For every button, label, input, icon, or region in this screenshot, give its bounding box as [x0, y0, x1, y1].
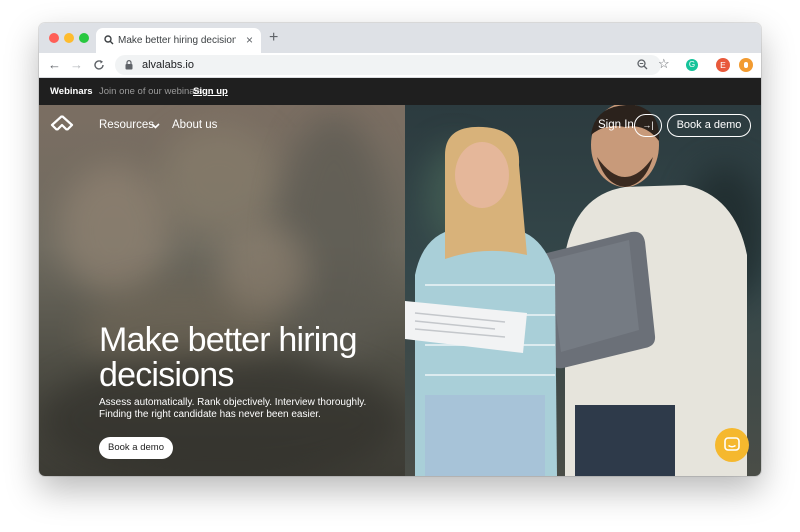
tab-title: Make better hiring decisions —: [118, 35, 236, 46]
forward-icon[interactable]: →: [70, 57, 83, 73]
tab-close-icon[interactable]: ×: [246, 33, 253, 47]
reload-icon[interactable]: [93, 59, 105, 71]
subtitle-line-2: Finding the right candidate has never be…: [99, 409, 321, 420]
lock-icon: [125, 60, 133, 70]
omnibox[interactable]: alvalabs.io: [115, 55, 661, 75]
hero-section: Resources About us Sign In →| Book a dem…: [39, 105, 761, 476]
document-paper-image: [405, 301, 527, 353]
tab-bar: Make better hiring decisions — × +: [39, 23, 761, 53]
headline-line-2: decisions: [99, 356, 234, 394]
chat-icon: [724, 437, 740, 451]
promo-text: Join one of our webinars.: [99, 86, 206, 97]
hero-subtitle: Assess automatically. Rank objectively. …: [99, 397, 389, 421]
sign-in-arrow-icon[interactable]: →|: [634, 114, 662, 137]
back-icon[interactable]: ←: [48, 57, 61, 73]
url-text: alvalabs.io: [142, 59, 194, 71]
resources-menu[interactable]: Resources: [99, 119, 154, 131]
favicon-icon: [104, 35, 114, 45]
about-us-link[interactable]: About us: [172, 119, 217, 131]
subtitle-line-1: Assess automatically. Rank objectively. …: [99, 397, 367, 408]
profile-avatar[interactable]: E: [716, 58, 730, 72]
chevron-down-icon[interactable]: [151, 123, 160, 129]
browser-tab[interactable]: Make better hiring decisions — ×: [96, 28, 261, 53]
headline-line-1: Make better hiring: [99, 321, 358, 359]
alva-logo-icon[interactable]: [50, 115, 74, 135]
extension-icon[interactable]: [739, 58, 753, 72]
maximize-window-button[interactable]: [79, 33, 89, 43]
browser-window: Make better hiring decisions — × + ← → a…: [39, 23, 761, 476]
promo-label: Webinars: [50, 86, 93, 97]
book-demo-nav-button[interactable]: Book a demo: [667, 114, 751, 137]
new-tab-button[interactable]: +: [269, 29, 278, 47]
hero-headline: Make better hiring decisions: [99, 323, 399, 393]
sign-up-link[interactable]: Sign up: [193, 86, 228, 97]
grammarly-extension-icon[interactable]: G: [686, 59, 698, 71]
minimize-window-button[interactable]: [64, 33, 74, 43]
hero-photo: [405, 105, 761, 476]
chat-launcher-button[interactable]: [715, 428, 749, 462]
close-window-button[interactable]: [49, 33, 59, 43]
bookmark-star-icon[interactable]: ☆: [658, 56, 670, 72]
zoom-icon[interactable]: [637, 59, 648, 70]
promo-bar: Webinars Join one of our webinars. Sign …: [39, 78, 761, 105]
address-bar: ← → alvalabs.io ☆ G E: [39, 53, 761, 78]
book-demo-hero-button[interactable]: Book a demo: [99, 437, 173, 459]
sign-in-link[interactable]: Sign In: [598, 119, 634, 131]
